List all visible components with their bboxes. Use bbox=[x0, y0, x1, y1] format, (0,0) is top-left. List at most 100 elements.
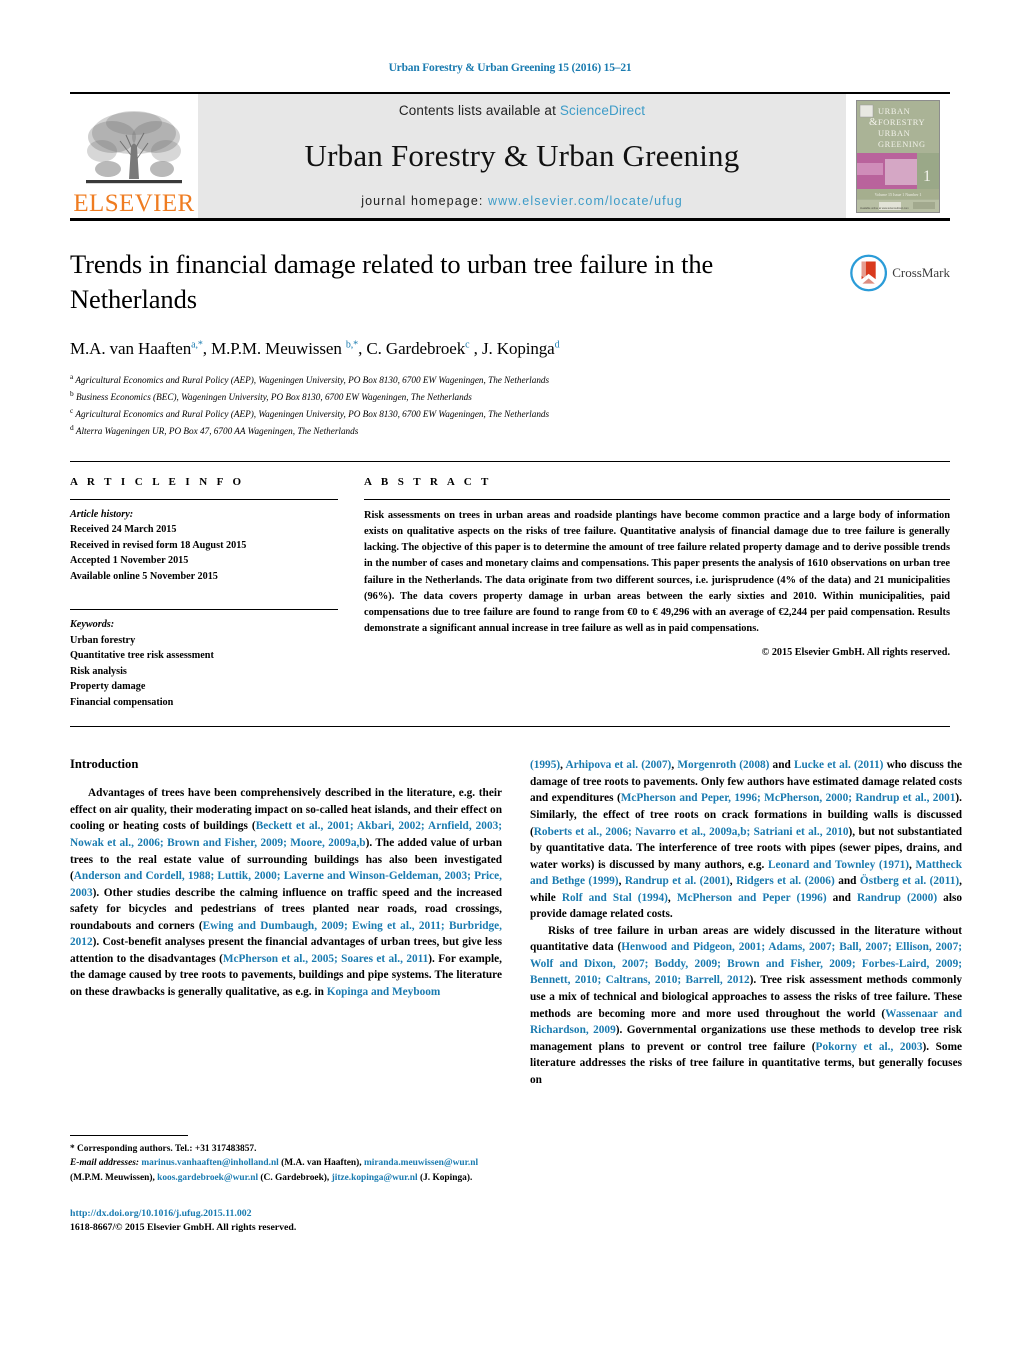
article-history-label: Article history: bbox=[70, 508, 134, 520]
crossmark-badge[interactable]: CrossMark bbox=[850, 251, 950, 295]
svg-text:Available online at www.scienc: Available online at www.sciencedirect.co… bbox=[860, 206, 909, 210]
svg-text:FORESTRY: FORESTRY bbox=[878, 118, 925, 127]
article-history-items: Received 24 March 2015 Received in revise… bbox=[70, 522, 338, 584]
citation-link[interactable]: McPherson et al., 2005; Soares et al., 2… bbox=[223, 953, 428, 965]
citation-link[interactable]: Kopinga and Meyboom bbox=[327, 986, 441, 998]
affiliation-item: b Business Economics (BEC), Wageningen U… bbox=[70, 388, 472, 402]
keywords-group: Keywords: Urban forestry Quantitative tre… bbox=[70, 617, 338, 710]
citation-link[interactable]: Arhipova et al. (2007) bbox=[566, 759, 672, 771]
citation-link[interactable]: Henwood and Pidgeon, 2001; Adams, 2007; … bbox=[530, 941, 962, 986]
citation-link[interactable]: McPherson and Peper (1996) bbox=[677, 892, 827, 904]
email-addresses-note: E-mail addresses: marinus.vanhaaften@inh… bbox=[70, 1158, 479, 1183]
abstract-rule bbox=[364, 498, 950, 500]
homepage-prefix: journal homepage: bbox=[361, 194, 489, 208]
abstract-column: A B S T R A C T Risk assessments on tree… bbox=[364, 476, 950, 711]
running-head: Urban Forestry & Urban Greening 15 (2016… bbox=[388, 62, 632, 74]
affiliation-item: a Agricultural Economics and Rural Polic… bbox=[70, 371, 550, 385]
footnote-block: * Corresponding authors. Tel.: +31 31748… bbox=[70, 1135, 502, 1236]
citation-link[interactable]: Morgenroth (2008) bbox=[677, 759, 769, 771]
citation-link[interactable]: Rolf and Stal (1994) bbox=[562, 892, 668, 904]
doi-block: http://dx.doi.org/10.1016/j.ufug.2015.11… bbox=[70, 1207, 502, 1236]
svg-text:Volume 15 Issue 1 Number 1: Volume 15 Issue 1 Number 1 bbox=[875, 192, 922, 197]
body-column-right: (1995), Arhipova et al. (2007), Morgenro… bbox=[530, 757, 962, 1088]
footnote-rule bbox=[70, 1135, 188, 1137]
svg-text:URBAN: URBAN bbox=[878, 129, 910, 138]
article-history-item: Received 24 March 2015 bbox=[70, 524, 177, 536]
sciencedirect-link[interactable]: ScienceDirect bbox=[560, 103, 645, 118]
svg-text:&: & bbox=[869, 116, 878, 128]
article-info-rule bbox=[70, 498, 338, 500]
info-bottom-rule bbox=[70, 726, 950, 728]
doi-link[interactable]: http://dx.doi.org/10.1016/j.ufug.2015.11… bbox=[70, 1207, 502, 1222]
body-paragraph: (1995), Arhipova et al. (2007), Morgenro… bbox=[530, 759, 963, 921]
email-link[interactable]: jitze.kopinga@wur.nl bbox=[332, 1173, 418, 1183]
email-link[interactable]: koos.gardebroek@wur.nl bbox=[157, 1173, 258, 1183]
citation-link[interactable]: Pokorny et al., 2003 bbox=[816, 1041, 923, 1053]
citation-link[interactable]: (1995) bbox=[530, 759, 560, 771]
keyword-item: Urban forestry bbox=[70, 634, 136, 646]
article-info-heading: A R T I C L E I N F O bbox=[70, 475, 245, 488]
keyword-item: Financial compensation bbox=[70, 696, 174, 708]
svg-text:GREENING: GREENING bbox=[878, 140, 926, 149]
abstract-heading: A B S T R A C T bbox=[364, 475, 492, 488]
affiliation-list: a Agricultural Economics and Rural Polic… bbox=[70, 371, 950, 439]
journal-homepage-link[interactable]: www.elsevier.com/locate/ufug bbox=[488, 194, 683, 208]
citation-link[interactable]: Roberts et al., 2006; Navarro et al., 20… bbox=[534, 826, 849, 838]
keywords-items: Urban forestry Quantitative tree risk ass… bbox=[70, 633, 338, 711]
body-paragraph: Risks of tree failure in urban areas are… bbox=[530, 924, 963, 1086]
masthead-center-band: Contents lists available at ScienceDirec… bbox=[198, 94, 846, 218]
intro-left-paragraphs: Advantages of trees have been comprehens… bbox=[70, 785, 502, 1000]
meta-spacer bbox=[70, 584, 338, 598]
contents-prefix: Contents lists available at bbox=[398, 103, 560, 118]
citation-link[interactable]: Beckett et al., 2001; Akbari, 2002; Arnf… bbox=[70, 820, 502, 849]
title-block: CrossMark Trends in financial damage rel… bbox=[70, 247, 950, 439]
keyword-item: Quantitative tree risk assessment bbox=[70, 650, 214, 662]
svg-text:URBAN: URBAN bbox=[878, 107, 910, 116]
info-abstract-block: A R T I C L E I N F O Article history: R… bbox=[70, 462, 950, 711]
elsevier-wordmark: ELSEVIER bbox=[73, 190, 195, 217]
body-paragraph: Advantages of trees have been comprehens… bbox=[70, 787, 502, 998]
citation-link[interactable]: Ridgers et al. (2006) bbox=[736, 875, 835, 887]
contents-list-line: Contents lists available at ScienceDirec… bbox=[399, 103, 645, 118]
corresponding-author-note: * Corresponding authors. Tel.: +31 31748… bbox=[70, 1144, 257, 1155]
email-link[interactable]: marinus.vanhaaften@inholland.nl bbox=[141, 1158, 278, 1168]
citation-link[interactable]: Randrup (2000) bbox=[857, 892, 937, 904]
journal-title: Urban Forestry & Urban Greening bbox=[304, 137, 740, 173]
journal-cover-thumbnail: URBAN FORESTRY & URBAN GREENING 1 Volume… bbox=[846, 94, 950, 218]
abstract-copyright: © 2015 Elsevier GmbH. All rights reserve… bbox=[761, 646, 950, 658]
citation-link[interactable]: Wassenaar and Richardson, 2009 bbox=[530, 1008, 962, 1037]
elsevier-logo: ELSEVIER bbox=[70, 94, 198, 218]
keywords-rule bbox=[70, 609, 338, 611]
journal-article-page: Urban Forestry & Urban Greening 15 (2016… bbox=[0, 0, 1020, 1351]
journal-masthead: ELSEVIER Contents lists available at Sci… bbox=[70, 92, 950, 218]
crossmark-icon bbox=[850, 254, 888, 292]
citation-link[interactable]: Östberg et al. (2011) bbox=[860, 875, 959, 887]
affiliation-item: d Alterra Wageningen UR, PO Box 47, 6700… bbox=[70, 422, 359, 436]
citation-link[interactable]: Lucke et al. (2011) bbox=[794, 759, 884, 771]
abstract-text: Risk assessments on trees in urban areas… bbox=[364, 509, 950, 635]
affiliation-item: c Agricultural Economics and Rural Polic… bbox=[70, 405, 550, 419]
email-link[interactable]: miranda.meuwissen@wur.nl bbox=[364, 1158, 478, 1168]
section-heading-introduction: Introduction bbox=[70, 757, 139, 772]
article-info-column: A R T I C L E I N F O Article history: R… bbox=[70, 476, 338, 711]
article-history-item: Received in revised form 18 August 2015 bbox=[70, 539, 247, 551]
author-list: M.A. van Haaftena,*, M.P.M. Meuwissen b,… bbox=[70, 338, 560, 358]
article-history-item: Available online 5 November 2015 bbox=[70, 570, 218, 582]
citation-link[interactable]: Randrup et al. (2001) bbox=[625, 875, 730, 887]
elsevier-tree-icon bbox=[86, 111, 182, 184]
journal-homepage-line: journal homepage: www.elsevier.com/locat… bbox=[361, 194, 683, 208]
citation-link[interactable]: Anderson and Cordell, 1988; Luttik, 2000… bbox=[70, 870, 502, 899]
citation-link[interactable]: McPherson and Peper, 1996; McPherson, 20… bbox=[621, 792, 956, 804]
keywords-label: Keywords: bbox=[70, 619, 115, 631]
page-title: Trends in financial damage related to ur… bbox=[70, 249, 714, 314]
citation-link[interactable]: Leonard and Townley (1971) bbox=[768, 859, 909, 871]
keyword-item: Property damage bbox=[70, 681, 146, 693]
masthead-bottom-rule bbox=[70, 218, 950, 221]
citation-link[interactable]: Ewing and Dumbaugh, 2009; Ewing et al., … bbox=[70, 920, 502, 949]
crossmark-label: CrossMark bbox=[892, 265, 950, 280]
body-column-left: Introduction Advantages of trees have be… bbox=[70, 757, 502, 1233]
body-columns: Introduction Advantages of trees have be… bbox=[70, 757, 962, 1233]
keyword-item: Risk analysis bbox=[70, 665, 127, 677]
article-history-group: Article history: Received 24 March 2015 R… bbox=[70, 507, 338, 585]
article-history-item: Accepted 1 November 2015 bbox=[70, 555, 189, 567]
